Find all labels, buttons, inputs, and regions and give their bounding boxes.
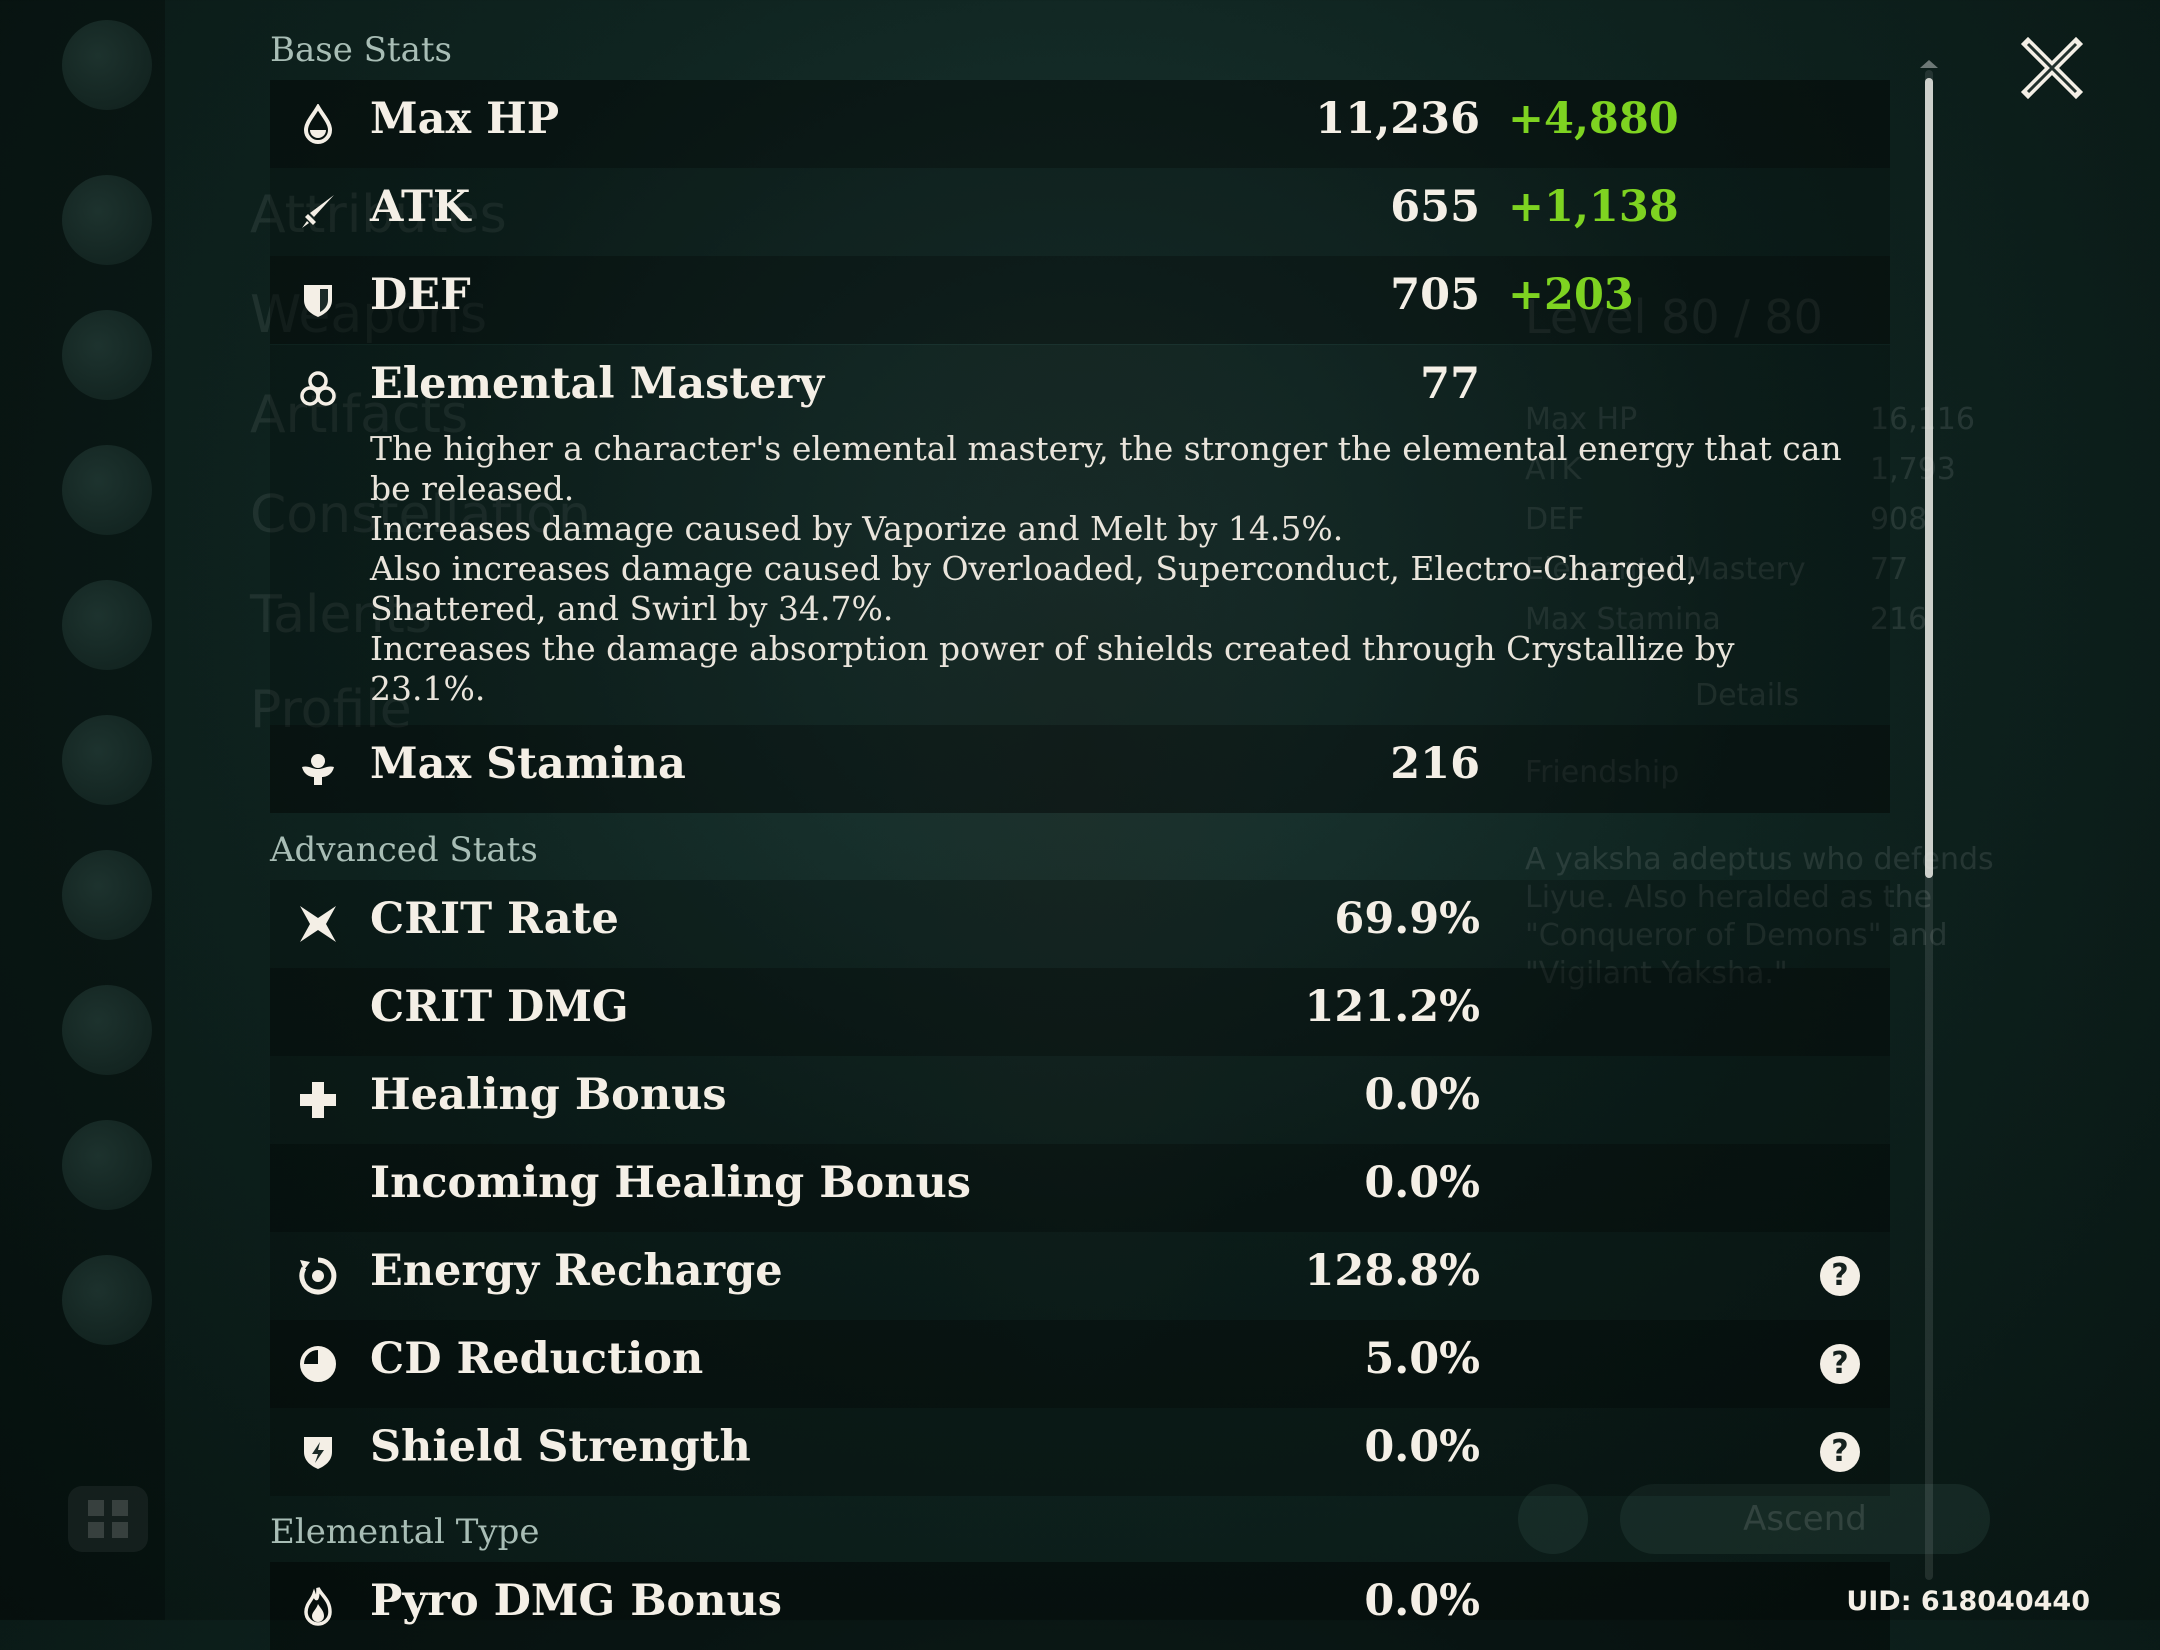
- pyro-icon: [304, 1587, 332, 1626]
- stat-value: 705: [1390, 270, 1480, 320]
- section-title-elemental-type: Elemental Type: [270, 1512, 540, 1552]
- scroll-up-caret[interactable]: [1920, 60, 1938, 68]
- sidebar-avatar[interactable]: [62, 580, 152, 670]
- stat-value: 216: [1390, 739, 1480, 789]
- stat-label: CRIT Rate: [370, 894, 619, 944]
- stat-value: 0.0%: [1364, 1422, 1480, 1472]
- stat-row-cd-reduction: CD Reduction 5.0% ?: [270, 1320, 1890, 1408]
- stat-value: 0.0%: [1364, 1158, 1480, 1208]
- stat-label: CRIT DMG: [370, 982, 629, 1032]
- elemental-mastery-icon: [300, 371, 336, 406]
- scrollbar-thumb[interactable]: [1925, 78, 1933, 878]
- description-line: 23.1%.: [370, 669, 486, 708]
- stat-row-def: DEF 705 +203: [270, 256, 1890, 344]
- stat-label: Max HP: [370, 94, 560, 144]
- help-icon[interactable]: ?: [1820, 1432, 1860, 1472]
- help-icon[interactable]: ?: [1820, 1344, 1860, 1384]
- sidebar-avatar[interactable]: [62, 850, 152, 940]
- cd-reduction-icon: [300, 1346, 336, 1382]
- stat-bonus: +203: [1508, 270, 1634, 320]
- description-line: be released.: [370, 469, 575, 508]
- description-line: Increases damage caused by Vaporize and …: [370, 509, 1344, 548]
- stat-row-max-hp: Max HP 11,236 +4,880: [270, 80, 1890, 168]
- shield-icon: [304, 285, 332, 317]
- stat-row-atk: ATK 655 +1,138: [270, 168, 1890, 256]
- stat-row-shield-strength: Shield Strength 0.0% ?: [270, 1408, 1890, 1496]
- sidebar-avatar[interactable]: [62, 985, 152, 1075]
- stat-value: 11,236: [1315, 94, 1480, 144]
- droplet-icon: [303, 104, 333, 144]
- stats-panel: Base Stats Max HP 11,236 +4,880 ATK 655 …: [270, 0, 1890, 1650]
- stat-row-pyro-dmg-bonus: Pyro DMG Bonus 0.0%: [270, 1562, 1890, 1650]
- stat-label: Pyro DMG Bonus: [370, 1576, 782, 1626]
- stat-label: Shield Strength: [370, 1422, 751, 1472]
- stat-label: Max Stamina: [370, 739, 686, 789]
- cross-icon: [300, 1082, 336, 1118]
- stat-value: 121.2%: [1304, 982, 1480, 1032]
- stat-value: 655: [1390, 182, 1480, 232]
- stat-row-energy-recharge: Energy Recharge 128.8% ?: [270, 1232, 1890, 1320]
- grid-menu-icon[interactable]: [68, 1486, 148, 1552]
- description-line: Increases the damage absorption power of…: [370, 629, 1735, 668]
- stat-row-elemental-mastery: Elemental Mastery 77 The higher a charac…: [270, 345, 1890, 725]
- uid-label: UID: 618040440: [1846, 1586, 2090, 1617]
- stat-label: Healing Bonus: [370, 1070, 727, 1120]
- stat-value: 0.0%: [1364, 1576, 1480, 1626]
- stamina-icon: [302, 754, 334, 785]
- sidebar-avatar[interactable]: [62, 1120, 152, 1210]
- elemental-mastery-header: Elemental Mastery 77: [270, 345, 1890, 433]
- stat-label: Elemental Mastery: [370, 359, 825, 409]
- stat-label: Incoming Healing Bonus: [370, 1158, 971, 1208]
- stat-label: ATK: [370, 182, 471, 232]
- stat-label: Energy Recharge: [370, 1246, 783, 1296]
- sidebar-avatar[interactable]: [62, 310, 152, 400]
- stat-bonus: +1,138: [1508, 182, 1679, 232]
- stat-value: 128.8%: [1304, 1246, 1480, 1296]
- section-title-base-stats: Base Stats: [270, 30, 452, 70]
- description-line: Shattered, and Swirl by 34.7%.: [370, 589, 894, 628]
- stat-value: 69.9%: [1334, 894, 1480, 944]
- sword-icon: [302, 195, 334, 228]
- sidebar-avatar[interactable]: [62, 445, 152, 535]
- stat-label: DEF: [370, 270, 471, 320]
- stat-row-crit-dmg: CRIT DMG 121.2%: [270, 968, 1890, 1056]
- elemental-mastery-description: The higher a character's elemental maste…: [370, 429, 1850, 709]
- stat-row-max-stamina: Max Stamina 216: [270, 725, 1890, 813]
- close-icon[interactable]: [2020, 36, 2084, 100]
- energy-recharge-icon: [299, 1257, 337, 1295]
- stat-value: 77: [1420, 359, 1480, 409]
- help-icon[interactable]: ?: [1820, 1256, 1860, 1296]
- sidebar-avatar[interactable]: [62, 715, 152, 805]
- stat-row-incoming-healing-bonus: Incoming Healing Bonus 0.0%: [270, 1144, 1890, 1232]
- sidebar-avatar[interactable]: [62, 1255, 152, 1345]
- description-line: Also increases damage caused by Overload…: [370, 549, 1698, 588]
- shield-strength-icon: [304, 1437, 332, 1469]
- stat-row-crit-rate: CRIT Rate 69.9%: [270, 880, 1890, 968]
- crit-icon: [300, 906, 336, 942]
- section-title-advanced-stats: Advanced Stats: [270, 830, 538, 870]
- stat-label: CD Reduction: [370, 1334, 704, 1384]
- stat-bonus: +4,880: [1508, 94, 1679, 144]
- stat-value: 0.0%: [1364, 1070, 1480, 1120]
- stat-value: 5.0%: [1364, 1334, 1480, 1384]
- stat-row-healing-bonus: Healing Bonus 0.0%: [270, 1056, 1890, 1144]
- sidebar-avatar[interactable]: [62, 20, 152, 110]
- sidebar-avatar[interactable]: [62, 175, 152, 265]
- description-line: The higher a character's elemental maste…: [370, 429, 1842, 468]
